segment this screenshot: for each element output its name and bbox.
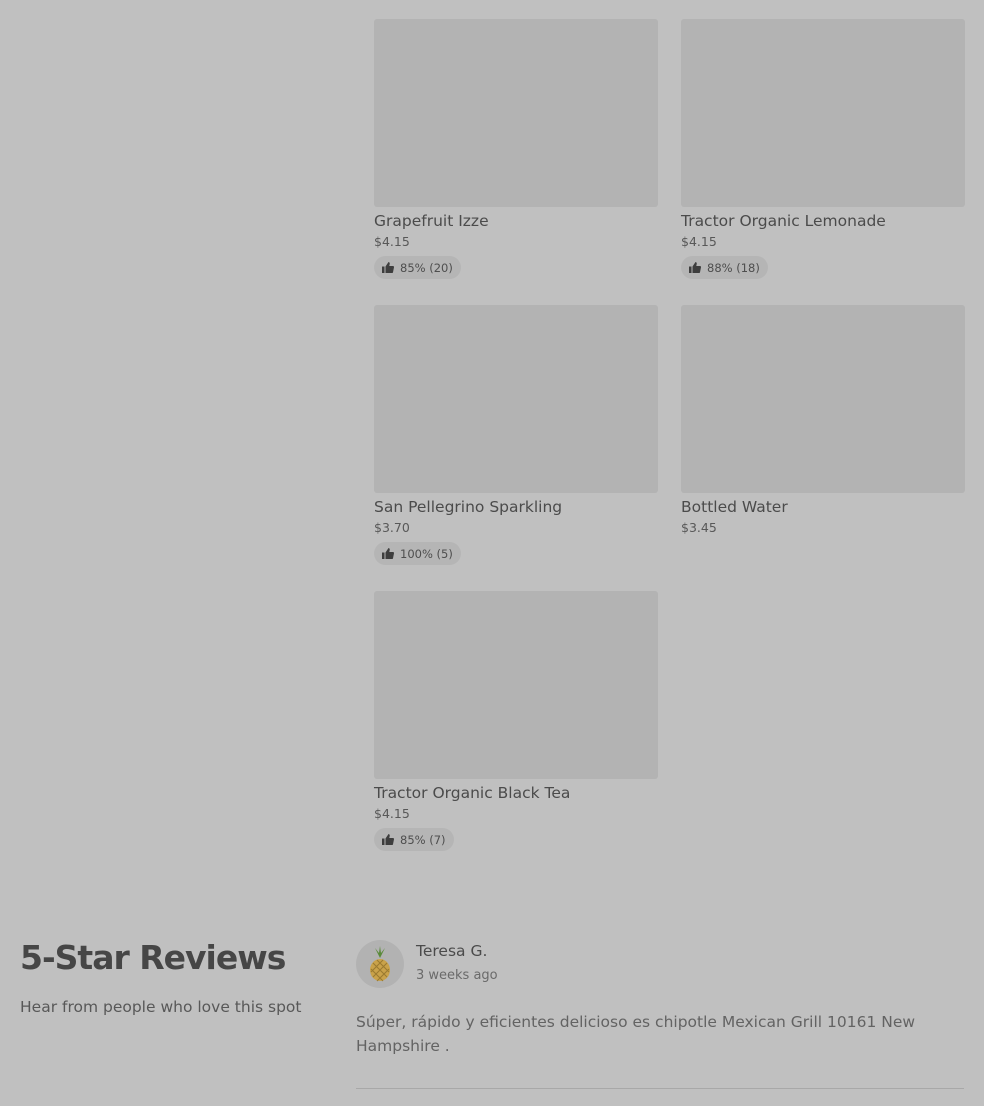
menu-item-card[interactable]: Grapefruit Izze $4.15 85% (20) xyxy=(374,19,658,279)
menu-item-card[interactable]: Tractor Organic Lemonade $4.15 88% (18) xyxy=(681,19,965,279)
thumbs-up-icon xyxy=(382,262,394,273)
rating-text: 100% (5) xyxy=(400,546,453,561)
rating-badge: 100% (5) xyxy=(374,542,461,565)
divider xyxy=(356,1088,964,1089)
item-image xyxy=(374,591,658,779)
reviews-heading: 5-Star Reviews xyxy=(20,938,286,977)
thumbs-up-icon xyxy=(689,262,701,273)
item-image xyxy=(681,19,965,207)
rating-badge: 88% (18) xyxy=(681,256,768,279)
menu-item-card[interactable]: San Pellegrino Sparkling $3.70 100% (5) xyxy=(374,305,658,565)
reviewer-name: Teresa G. xyxy=(416,942,488,960)
rating-text: 85% (7) xyxy=(400,832,446,847)
item-price: $3.70 xyxy=(374,520,410,535)
review-date: 3 weeks ago xyxy=(416,968,498,983)
thumbs-up-icon xyxy=(382,548,394,559)
avatar xyxy=(356,940,404,988)
rating-badge: 85% (7) xyxy=(374,828,454,851)
reviews-subtitle: Hear from people who love this spot xyxy=(20,998,302,1016)
item-price: $4.15 xyxy=(681,234,717,249)
item-image xyxy=(374,19,658,207)
item-image xyxy=(374,305,658,493)
item-name: Tractor Organic Lemonade xyxy=(681,212,886,230)
pineapple-icon xyxy=(370,946,390,982)
rating-text: 85% (20) xyxy=(400,260,453,275)
item-price: $4.15 xyxy=(374,806,410,821)
item-image xyxy=(681,305,965,493)
rating-text: 88% (18) xyxy=(707,260,760,275)
rating-badge: 85% (20) xyxy=(374,256,461,279)
menu-item-card[interactable]: Bottled Water $3.45 xyxy=(681,305,965,536)
item-name: San Pellegrino Sparkling xyxy=(374,498,563,516)
review-text: Súper, rápido y eficientes delicioso es … xyxy=(356,1013,916,1055)
item-name: Grapefruit Izze xyxy=(374,212,489,230)
menu-item-card[interactable]: Tractor Organic Black Tea $4.15 85% (7) xyxy=(374,591,658,851)
item-price: $4.15 xyxy=(374,234,410,249)
item-price: $3.45 xyxy=(681,520,717,535)
item-name: Tractor Organic Black Tea xyxy=(374,784,571,802)
thumbs-up-icon xyxy=(382,834,394,845)
item-name: Bottled Water xyxy=(681,498,788,516)
